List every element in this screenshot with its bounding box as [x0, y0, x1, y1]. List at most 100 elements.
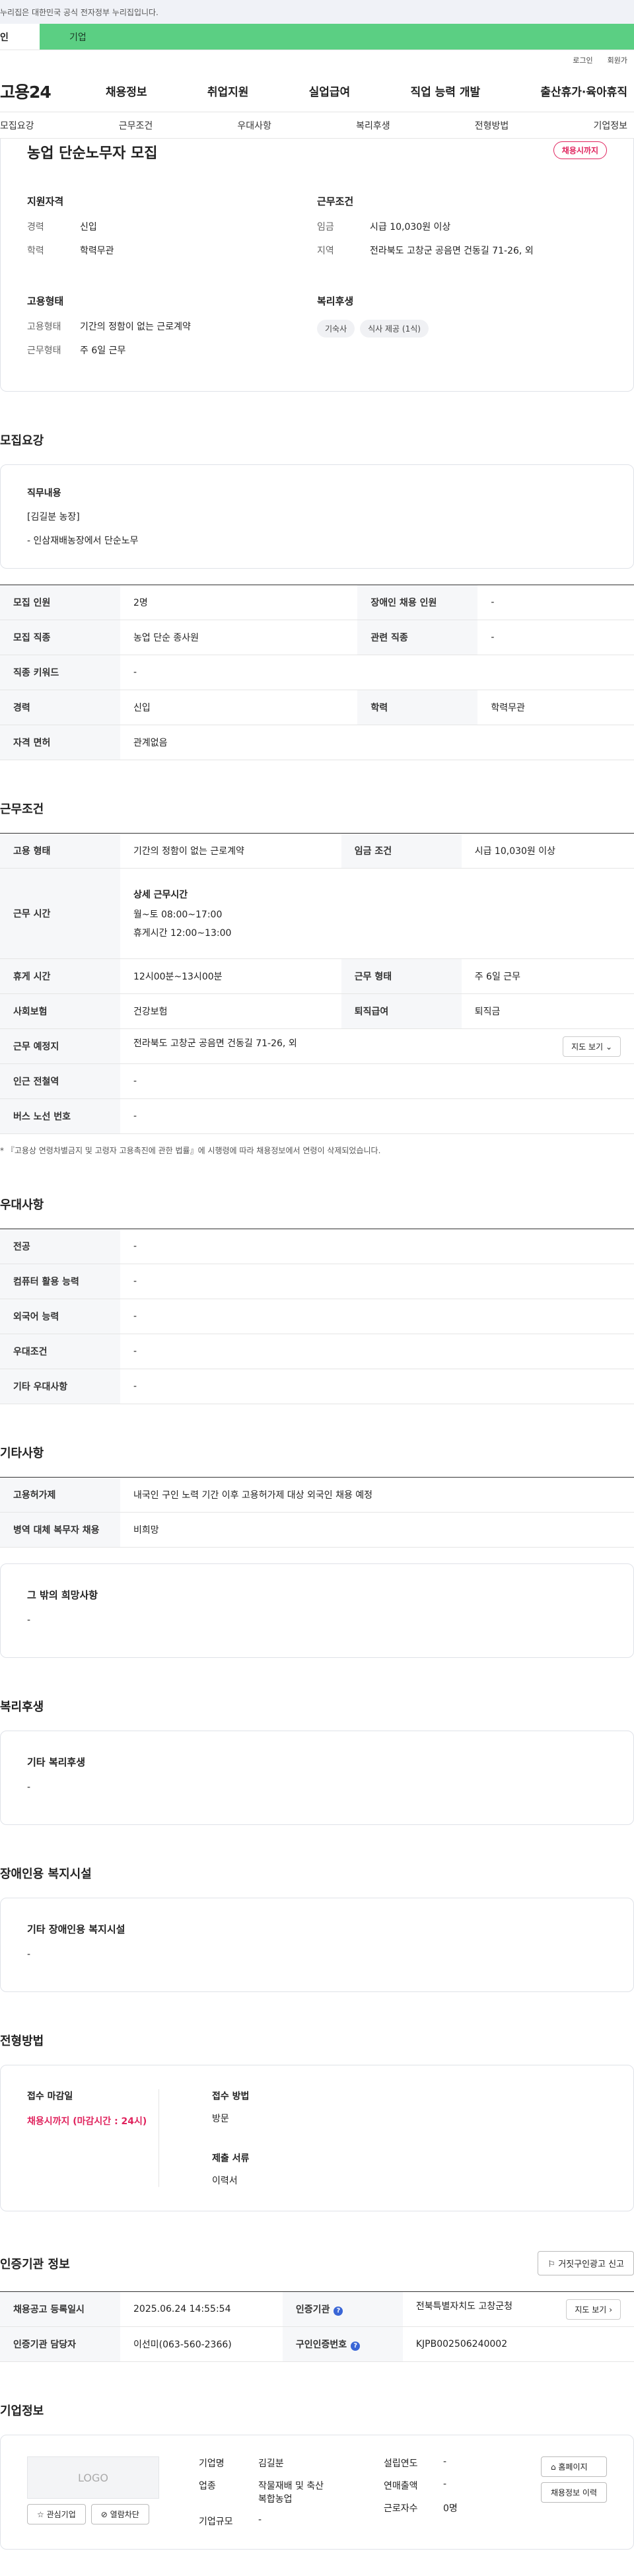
cell-head: 고용허가제 — [0, 1477, 120, 1513]
block-label: 열람차단 — [110, 2510, 139, 2519]
welfare-head: 기타 복리후생 — [27, 1756, 86, 1768]
duty-title: 직무내용 — [27, 488, 61, 499]
table-row: 기타 우대사항 - — [0, 1369, 634, 1404]
anchor-method[interactable]: 전형방법 — [475, 119, 509, 132]
cell: 12시00분~13시00분 — [120, 958, 341, 994]
cell-head: 채용공고 등록일시 — [0, 2291, 120, 2327]
cell-head: 사회보험 — [0, 993, 120, 1029]
kv-value: 시급 10,030원 이상 — [370, 222, 451, 233]
welfare-value: - — [27, 1782, 31, 1793]
login-link[interactable]: 로그인 — [573, 55, 592, 65]
anchor-company[interactable]: 기업정보 — [593, 119, 627, 132]
table-row: 직종 키워드 - — [0, 655, 634, 690]
tab-personal[interactable]: 인 — [0, 24, 40, 50]
like-company-button[interactable]: ☆ 관심기업 — [27, 2504, 86, 2524]
disab-head: 기타 장애인용 복지시설 — [27, 1923, 125, 1935]
cell: 건강보험 — [120, 993, 341, 1029]
chevron-right-icon: › — [609, 2305, 612, 2314]
cert-map-button[interactable]: 지도 보기 › — [566, 2299, 621, 2320]
anchor-pref[interactable]: 우대사항 — [237, 119, 271, 132]
cell-head: 컴퓨터 활용 능력 — [0, 1264, 120, 1299]
gnb-item-unemployment[interactable]: 실업급여 — [309, 83, 351, 99]
table-row: 버스 노선 번호 - — [0, 1098, 634, 1134]
method-card: 접수 마감일 채용시까지 (마감시간 : 24시) 접수 방법 방문 제출 서류… — [0, 2065, 634, 2211]
welfare-chip: 식사 제공 (1식) — [360, 320, 429, 338]
like-label: 관심기업 — [46, 2510, 76, 2519]
cell-head: 임금 조건 — [341, 833, 462, 869]
cell: 내국인 구인 노력 기간 이후 고용허가제 대상 외국인 채용 예정 — [120, 1477, 634, 1513]
cell-head-label: 인증기관 — [295, 2305, 330, 2315]
work-table: 고용 형태 기간의 정함이 없는 근로계약 임금 조건 시급 10,030원 이상 근… — [0, 833, 634, 1134]
cell-head: 버스 노선 번호 — [0, 1098, 120, 1134]
homepage-button[interactable]: ⌂ 홈페이지 — [540, 2456, 607, 2477]
cell: 전북특별자치도 고창군청 지도 보기 › — [402, 2291, 634, 2327]
kv-key: 경력 — [27, 222, 44, 233]
table-row: 인근 전철역 - — [0, 1063, 634, 1099]
block-button[interactable]: ⊘ 열람차단 — [90, 2504, 149, 2524]
time-line: 휴게시간 12:00~13:00 — [133, 928, 232, 939]
map-button[interactable]: 지도 보기 ⌄ — [563, 1036, 621, 1057]
deadline-value: 채용시까지 (마감시간 : 24시) — [27, 2116, 147, 2127]
site-logo[interactable]: 고용24 — [0, 79, 106, 103]
table-row: 모집 인원 2명 장애인 채용 인원 - — [0, 585, 634, 620]
cell-head: 자격 면허 — [0, 725, 120, 760]
table-row: 우대조건 - — [0, 1334, 634, 1369]
welfare-block: 복리후생 기숙사 식사 제공 (1식) — [317, 294, 607, 367]
cell: - — [120, 1264, 634, 1299]
docs-value: 이력서 — [212, 2176, 238, 2186]
hope-title: 그 밖의 희망사항 — [27, 1589, 98, 1601]
gnb-item-employment-support[interactable]: 취업지원 — [207, 83, 249, 99]
util-links: 로그인 회원가 — [0, 50, 634, 70]
cell-head: 인증기관? — [282, 2291, 403, 2327]
cell-head: 고용 형태 — [0, 833, 120, 869]
cell-head: 직종 키워드 — [0, 655, 120, 690]
company-logo-block: LOGO ☆ 관심기업 ⊘ 열람차단 — [27, 2456, 159, 2528]
cell: 기간의 정함이 없는 근로계약 — [120, 833, 341, 869]
cell: - — [477, 585, 634, 620]
cond-block: 근무조건 임금 시급 10,030원 이상 지역 전라북도 고창군 공음면 건동길 … — [317, 194, 607, 268]
info-value: 작물재배 및 축산 복합농업 — [258, 2479, 357, 2505]
cell-head: 인증기관 담당자 — [0, 2326, 120, 2362]
section-title: 기업정보 — [0, 2404, 44, 2418]
signup-link[interactable]: 회원가 — [608, 55, 627, 65]
section-title: 장애인용 복지시설 — [0, 1867, 92, 1881]
history-button[interactable]: 채용정보 이력 — [540, 2482, 607, 2503]
gnb-item-training[interactable]: 직업 능력 개발 — [410, 83, 480, 99]
kv-key: 지역 — [317, 246, 334, 256]
anchor-recruit[interactable]: 모집요강 — [0, 119, 34, 132]
help-icon[interactable]: ? — [351, 2341, 361, 2351]
info-key: 연매출액 — [384, 2481, 418, 2491]
table-row: 자격 면허 관계없음 — [0, 725, 634, 760]
kv-key: 학력 — [27, 246, 44, 256]
table-row: 병역 대체 복무자 채용 비희망 — [0, 1512, 634, 1548]
job-title: 농업 단순노무자 모집 — [27, 145, 158, 162]
how-value: 방문 — [212, 2114, 229, 2124]
gnb-item-leave[interactable]: 출산휴가·육아휴직 — [540, 83, 627, 99]
time-head: 상세 근무시간 — [133, 890, 188, 900]
tab-company[interactable]: 기업 — [40, 24, 634, 50]
cell-head: 전공 — [0, 1229, 120, 1264]
chevron-down-icon: ⌄ — [605, 1042, 612, 1052]
cell: - — [120, 1369, 634, 1404]
cell: KJPB002506240002 — [402, 2326, 634, 2362]
info-key: 기업명 — [199, 2458, 225, 2469]
section-title: 복리후생 — [0, 1700, 44, 1714]
anchor-work[interactable]: 근무조건 — [119, 119, 153, 132]
help-icon[interactable]: ? — [334, 2306, 343, 2316]
kv-value: 신입 — [80, 222, 97, 233]
anchor-welfare[interactable]: 복리후생 — [356, 119, 390, 132]
deadline-head: 접수 마감일 — [27, 2091, 73, 2102]
info-value: - — [258, 2515, 262, 2525]
info-key: 업종 — [199, 2481, 216, 2491]
disab-section: 장애인용 복지시설 기타 장애인용 복지시설 - — [0, 1865, 634, 1992]
section-title: 전형방법 — [0, 2034, 44, 2048]
apply-block: 접수 방법 방문 제출 서류 이력서 — [212, 2089, 249, 2187]
company-card: LOGO ☆ 관심기업 ⊘ 열람차단 기업명 김길분 업종 작물재배 및 축산 복합농… — [0, 2435, 634, 2550]
cell-head-label: 구인인증번호 — [295, 2340, 347, 2350]
gnb-item-jobs[interactable]: 채용정보 — [106, 83, 147, 99]
duty-card: 직무내용 [김길분 농장] - 인삼재배농장에서 단순노무 — [0, 464, 634, 569]
cell: 2명 — [120, 585, 358, 620]
report-button[interactable]: ⚐ 거짓구인광고 신고 — [538, 2251, 634, 2275]
table-row: 근무 예정지 전라북도 고창군 공음면 건동길 71-26, 외 지도 보기 ⌄ — [0, 1028, 634, 1064]
company-buttons: ⌂ 홈페이지 채용정보 이력 — [540, 2456, 607, 2528]
